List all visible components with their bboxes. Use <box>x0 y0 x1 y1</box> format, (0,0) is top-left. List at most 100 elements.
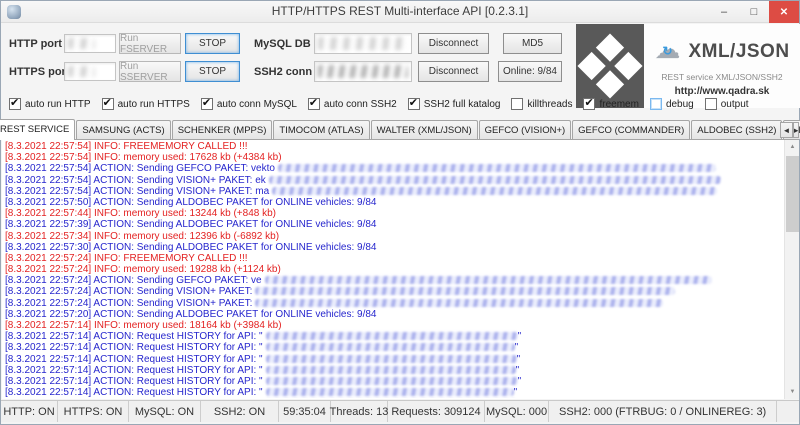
mysql-db-input[interactable] <box>314 33 412 54</box>
status-ssh2-000-ftrbug: SSH2: 000 (FTRBUG: 0 / ONLINEREG: 3) <box>549 401 777 422</box>
log-text: [8.3.2021 22:57:54] ACTION: Sending VISI… <box>5 186 269 197</box>
log-text: [8.3.2021 22:57:14] ACTION: Request HIST… <box>5 376 263 387</box>
redacted-value <box>318 65 408 78</box>
checkbox-label: freemem <box>599 99 638 110</box>
log-text-suffix: " <box>515 342 519 353</box>
scrollbar-down-icon[interactable]: ▼ <box>785 385 800 399</box>
checkbox-checked-icon[interactable] <box>308 98 320 110</box>
stop-http-button[interactable]: STOP <box>185 33 240 54</box>
checkbox-auto-run-https[interactable]: auto run HTTPS <box>102 98 190 110</box>
checkbox-debug[interactable]: debug <box>650 98 694 110</box>
online-count-button[interactable]: Online: 9/84 <box>498 61 562 82</box>
log-line: [8.3.2021 22:57:14] ACTION: Request HIST… <box>5 365 782 376</box>
tab-rest-service[interactable]: REST SERVICE <box>0 119 75 140</box>
log-text-suffix: " <box>518 376 522 387</box>
close-button[interactable]: ✕ <box>769 1 799 23</box>
checkbox-unchecked-icon[interactable] <box>650 98 662 110</box>
checkbox-auto-conn-mysql[interactable]: auto conn MySQL <box>201 98 297 110</box>
run-fserver-button[interactable]: Run FSERVER <box>119 33 181 54</box>
maximize-button[interactable]: □ <box>739 1 769 23</box>
log-content: [8.3.2021 22:57:54] INFO: FREEMEMORY CAL… <box>5 141 782 398</box>
log-scrollbar[interactable]: ▲ ▼ <box>784 140 799 399</box>
branding-panel: ☁ ↻ XML/JSON REST service XML/JSON/SSH2 … <box>644 24 800 108</box>
redacted-text <box>269 176 721 184</box>
tab-scroll-left-icon[interactable]: ◄ <box>780 122 793 138</box>
checkbox-killthreads[interactable]: killthreads <box>511 98 572 110</box>
log-text-suffix: " <box>516 365 520 376</box>
tab-samsung-acts[interactable]: SAMSUNG (ACTS) <box>76 120 170 139</box>
log-line: [8.3.2021 22:57:24] INFO: FREEMEMORY CAL… <box>5 253 782 264</box>
log-text: [8.3.2021 22:57:24] ACTION: Sending VISI… <box>5 286 252 297</box>
checkbox-auto-conn-ssh2[interactable]: auto conn SSH2 <box>308 98 397 110</box>
redacted-text <box>278 164 716 172</box>
log-line: [8.3.2021 22:57:14] ACTION: Request HIST… <box>5 342 782 353</box>
checkbox-label: auto run HTTPS <box>118 99 190 110</box>
redacted-text <box>272 187 717 195</box>
ssh2-conn-input[interactable] <box>314 61 412 82</box>
tab-schenker-mpps[interactable]: SCHENKER (MPPS) <box>172 120 273 139</box>
http-port-input[interactable] <box>64 34 116 53</box>
log-line: [8.3.2021 22:57:39] ACTION: Sending ALDO… <box>5 219 782 230</box>
log-text: [8.3.2021 22:57:24] ACTION: Sending VISI… <box>5 298 252 309</box>
sync-cloud-icon: ☁ ↻ <box>654 40 682 64</box>
scrollbar-up-icon[interactable]: ▲ <box>785 140 800 154</box>
https-port-input[interactable] <box>64 62 116 81</box>
title-bar: HTTP/HTTPS REST Multi-interface API [0.2… <box>1 1 799 23</box>
redacted-text <box>255 287 675 295</box>
log-line: [8.3.2021 22:57:24] INFO: memory used: 1… <box>5 264 782 275</box>
checkbox-unchecked-icon[interactable] <box>705 98 717 110</box>
checkbox-ssh2-full-katalog[interactable]: SSH2 full katalog <box>408 98 501 110</box>
checkbox-auto-run-http[interactable]: auto run HTTP <box>9 98 91 110</box>
tab-scroll-right-icon[interactable]: ► <box>793 122 799 138</box>
log-line: [8.3.2021 22:57:24] ACTION: Sending VISI… <box>5 298 782 309</box>
checkbox-unchecked-icon[interactable] <box>511 98 523 110</box>
redacted-value <box>68 66 95 77</box>
ssh2-disconnect-button[interactable]: Disconnect <box>418 61 489 82</box>
log-line: [8.3.2021 22:57:54] ACTION: Sending GEFC… <box>5 163 782 174</box>
checkbox-checked-icon[interactable] <box>583 98 595 110</box>
run-sserver-button[interactable]: Run SSERVER <box>119 61 181 82</box>
log-panel: [8.3.2021 22:57:54] INFO: FREEMEMORY CAL… <box>2 139 799 399</box>
checkbox-label: output <box>721 99 749 110</box>
stop-https-button[interactable]: STOP <box>185 61 240 82</box>
redacted-text <box>266 355 517 363</box>
log-text: [8.3.2021 22:57:24] INFO: FREEMEMORY CAL… <box>5 253 248 264</box>
log-text-suffix: " <box>518 331 522 342</box>
checkbox-checked-icon[interactable] <box>102 98 114 110</box>
log-text: [8.3.2021 22:57:34] INFO: memory used: 1… <box>5 231 279 242</box>
redacted-text <box>266 343 515 351</box>
checkbox-checked-icon[interactable] <box>201 98 213 110</box>
md5-button[interactable]: MD5 <box>503 33 562 54</box>
checkbox-label: SSH2 full katalog <box>424 99 501 110</box>
tab-walter-xml-json[interactable]: WALTER (XML/JSON) <box>371 120 478 139</box>
product-url: http://www.qadra.sk <box>644 86 800 97</box>
log-line: [8.3.2021 22:57:54] INFO: FREEMEMORY CAL… <box>5 141 782 152</box>
checkbox-freemem[interactable]: freemem <box>583 98 638 110</box>
mysql-disconnect-button[interactable]: Disconnect <box>418 33 489 54</box>
options-row: auto run HTTP auto run HTTPS auto conn MyS… <box>9 95 639 113</box>
log-line: [8.3.2021 22:57:30] ACTION: Sending ALDO… <box>5 242 782 253</box>
tab-gefco-vision[interactable]: GEFCO (VISION+) <box>479 120 572 139</box>
log-line: [8.3.2021 22:57:14] ACTION: Request HIST… <box>5 376 782 387</box>
window-controls: – □ ✕ <box>709 1 799 23</box>
checkbox-label: killthreads <box>527 99 572 110</box>
tab-gefco-commander[interactable]: GEFCO (COMMANDER) <box>572 120 690 139</box>
checkbox-checked-icon[interactable] <box>408 98 420 110</box>
status-http-on: HTTP: ON <box>1 401 58 422</box>
minimize-button[interactable]: – <box>709 1 739 23</box>
log-line: [8.3.2021 22:57:14] ACTION: Request HIST… <box>5 387 782 398</box>
log-text: [8.3.2021 22:57:14] ACTION: Request HIST… <box>5 354 263 365</box>
tab-aldobec-ssh2[interactable]: ALDOBEC (SSH2) <box>691 120 782 139</box>
checkbox-output[interactable]: output <box>705 98 749 110</box>
window-title: HTTP/HTTPS REST Multi-interface API [0.2… <box>1 4 799 18</box>
log-text: [8.3.2021 22:57:54] INFO: memory used: 1… <box>5 152 282 163</box>
checkbox-checked-icon[interactable] <box>9 98 21 110</box>
tab-timocom-atlas[interactable]: TIMOCOM (ATLAS) <box>273 120 369 139</box>
https-port-label: HTTPS port <box>9 66 70 78</box>
scrollbar-thumb[interactable] <box>786 156 799 232</box>
log-line: [8.3.2021 22:57:54] ACTION: Sending VISI… <box>5 175 782 186</box>
ssh2-conn-label: SSH2 conn <box>254 66 312 78</box>
log-text: [8.3.2021 22:57:14] ACTION: Request HIST… <box>5 387 263 398</box>
log-text: [8.3.2021 22:57:24] ACTION: Sending GEFC… <box>5 275 262 286</box>
status-threads-13: Threads: 13 <box>331 401 388 422</box>
